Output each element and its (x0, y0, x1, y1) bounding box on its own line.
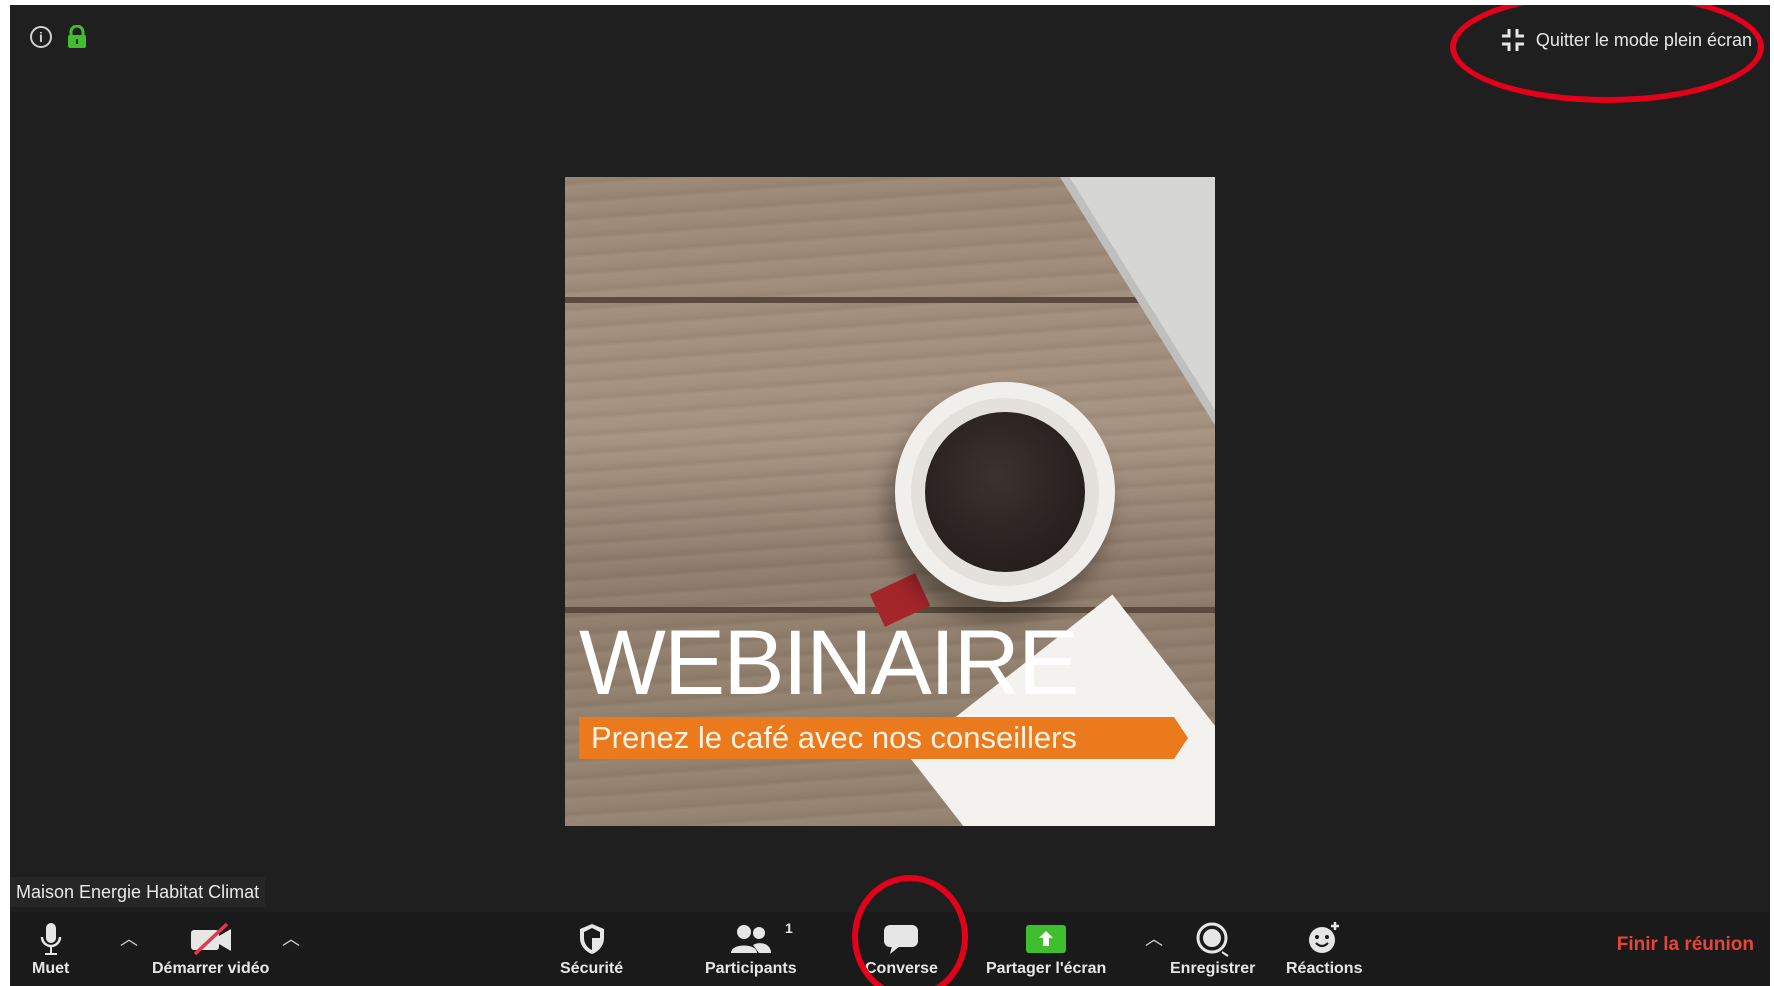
chat-icon (884, 925, 919, 954)
exit-fullscreen-button[interactable]: Quitter le mode plein écran (1492, 21, 1760, 59)
record-label: Enregistrer (1170, 960, 1256, 977)
info-icon[interactable]: i (30, 26, 52, 48)
plank-gap (565, 297, 1215, 303)
reactions-icon (1309, 922, 1340, 953)
exit-fullscreen-label: Quitter le mode plein écran (1535, 29, 1752, 50)
audio-options-caret[interactable]: ︿ (120, 930, 138, 948)
participants-button[interactable]: Participants 1 (705, 920, 797, 978)
record-icon (1196, 922, 1229, 957)
participants-icon (730, 925, 771, 953)
shared-content-image: WEBINAIRE Prenez le café avec nos consei… (565, 177, 1215, 826)
exit-fullscreen-icon (1501, 29, 1524, 51)
share-screen-icon (1026, 925, 1067, 953)
top-status-area: i (30, 25, 88, 49)
start-video-label: Démarrer vidéo (152, 960, 270, 977)
chat-button[interactable]: Converse (865, 920, 938, 978)
share-screen-button[interactable]: Partager l'écran (986, 920, 1106, 978)
webinar-subtitle: Prenez le café avec nos conseillers (591, 720, 1077, 755)
share-options-caret[interactable]: ︿ (1145, 930, 1163, 948)
record-button[interactable]: Enregistrer (1170, 920, 1255, 978)
chat-label: Converse (865, 960, 938, 977)
end-meeting-button[interactable]: Finir la réunion (1617, 934, 1754, 956)
reactions-button[interactable]: Réactions (1286, 920, 1362, 978)
microphone-icon (40, 923, 61, 955)
participant-name-tag: Maison Energie Habitat Climat (10, 877, 266, 907)
zoom-meeting-window: i Quitter le mode plein écran WEBINAIRE (10, 5, 1770, 986)
subtitle-banner-tip (1174, 717, 1188, 759)
share-screen-label: Partager l'écran (986, 960, 1107, 977)
shield-icon (579, 924, 604, 954)
security-label: Sécurité (560, 960, 624, 977)
mute-label: Muet (32, 960, 70, 977)
video-off-icon (190, 922, 231, 956)
start-video-button[interactable]: Démarrer vidéo (152, 920, 269, 978)
participants-label: Participants (705, 960, 797, 977)
video-options-caret[interactable]: ︿ (282, 930, 300, 948)
webinar-title: WEBINAIRE (579, 612, 1079, 714)
meeting-toolbar: Muet ︿ Démarrer vidéo ︿ Sécurité Partici… (10, 912, 1770, 986)
coffee-cup-graphic (895, 382, 1115, 602)
lock-icon[interactable] (66, 25, 88, 49)
participants-count: 1 (785, 920, 793, 936)
reactions-label: Réactions (1286, 960, 1363, 977)
security-button[interactable]: Sécurité (560, 920, 623, 978)
mute-button[interactable]: Muet (32, 920, 69, 978)
